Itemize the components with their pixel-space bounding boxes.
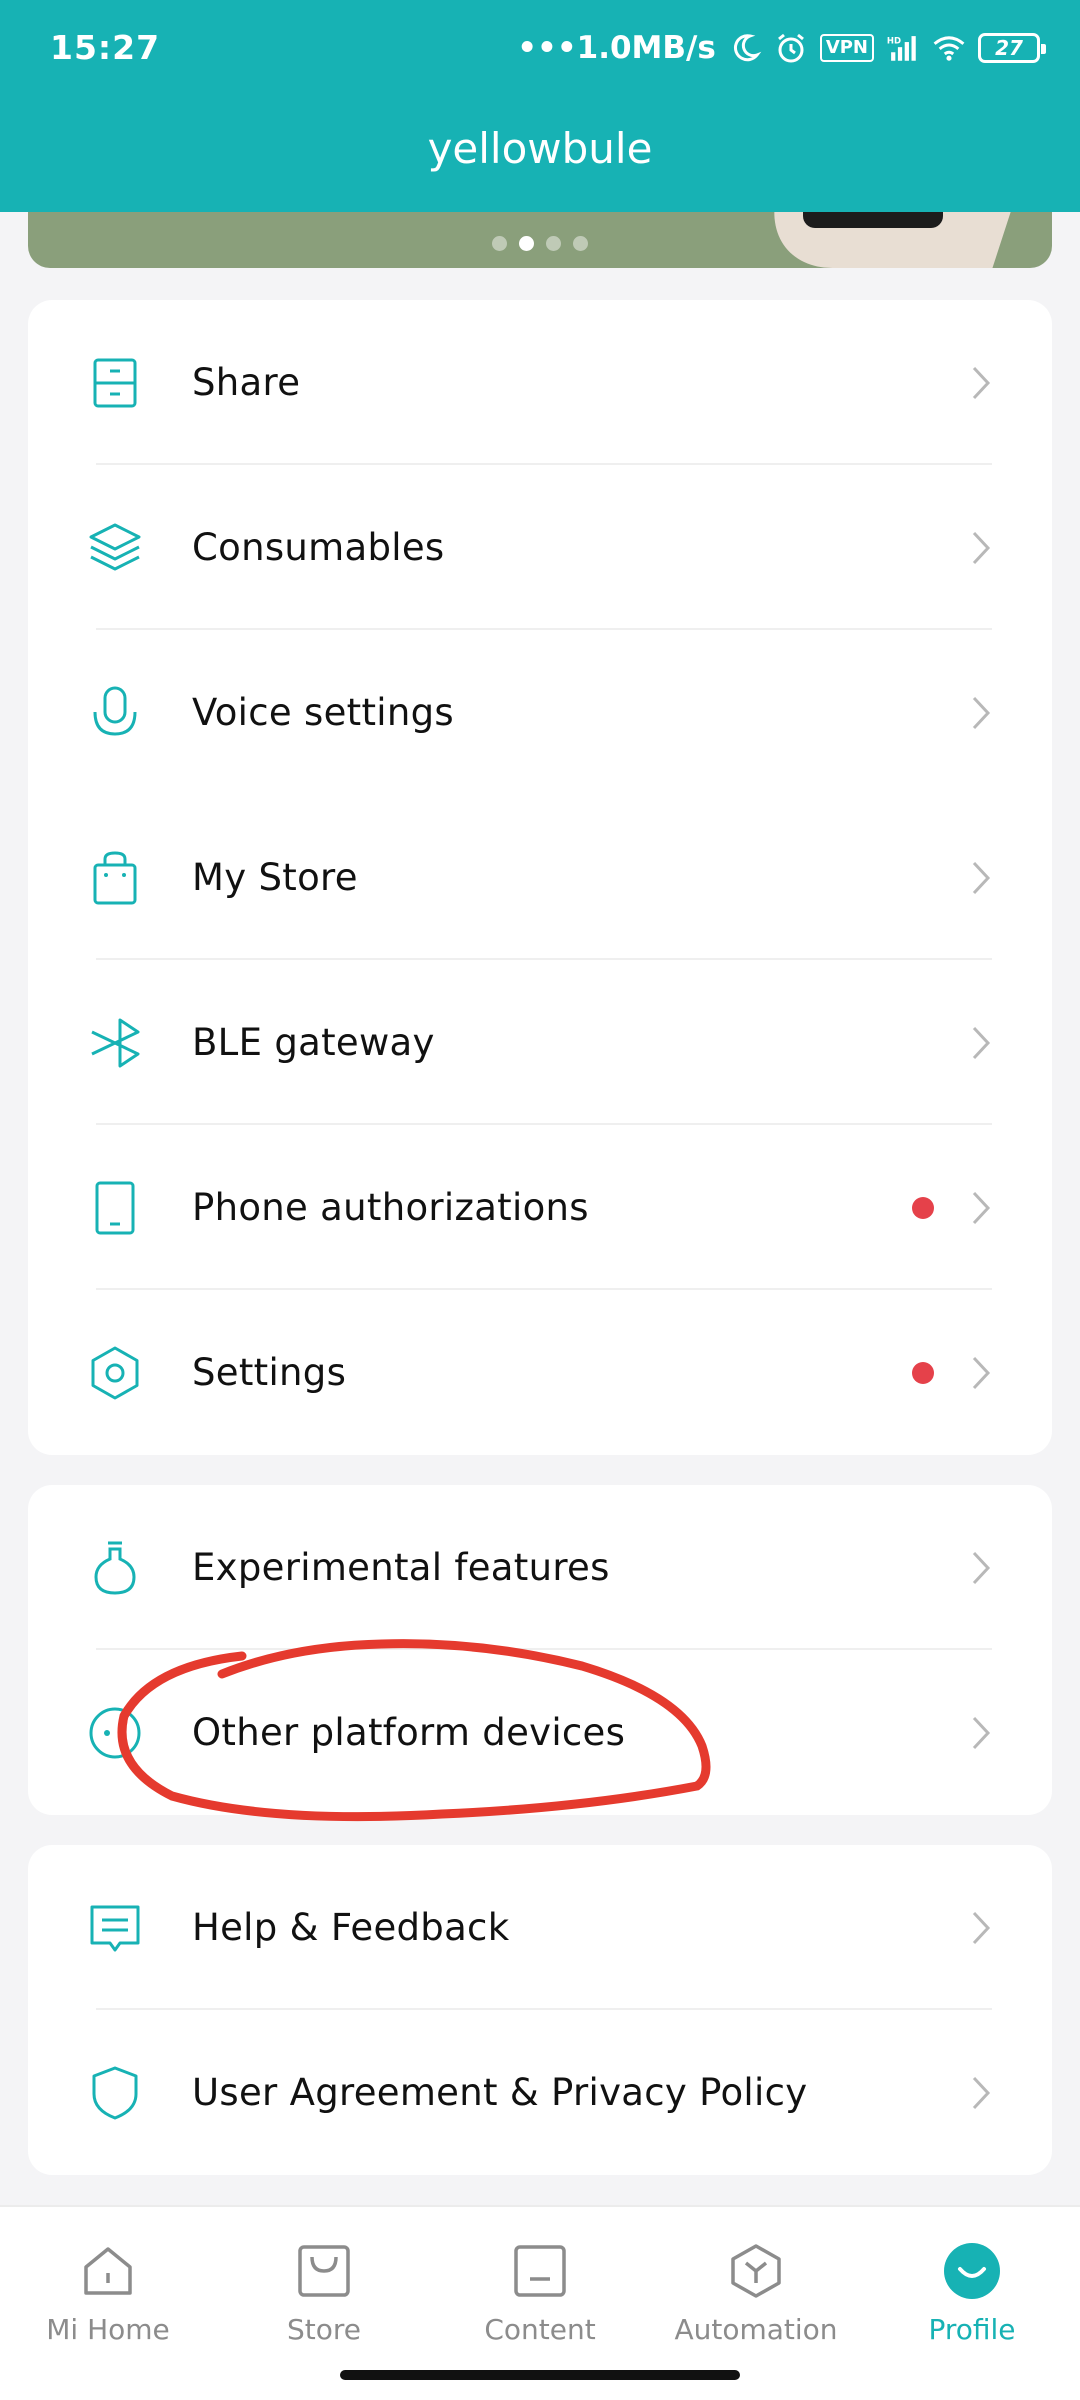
menu-item-experimental-features[interactable]: Experimental features bbox=[28, 1485, 1052, 1650]
chevron-right-icon bbox=[972, 861, 991, 894]
shopping-bag-icon bbox=[93, 850, 137, 904]
chevron-right-icon bbox=[972, 1356, 991, 1389]
menu-item-user-agreement[interactable]: User Agreement & Privacy Policy bbox=[28, 2010, 1052, 2175]
app-header: 15:27 •••1.0MB/s VPN HD 27 yellowbule bbox=[0, 0, 1080, 212]
menu-card-main: Share Consumables Voice settings My Stor… bbox=[28, 300, 1052, 1455]
menu-item-settings[interactable]: Settings bbox=[28, 1290, 1052, 1455]
nav-automation[interactable]: Automation bbox=[656, 2241, 856, 2346]
menu-item-label: Help & Feedback bbox=[192, 1906, 510, 1949]
nav-label: Content bbox=[484, 2313, 596, 2346]
nav-label: Mi Home bbox=[46, 2313, 170, 2346]
nav-content[interactable]: Content bbox=[440, 2241, 640, 2346]
menu-item-label: Share bbox=[192, 361, 301, 404]
shield-icon bbox=[92, 2066, 138, 2119]
status-time: 15:27 bbox=[50, 28, 161, 67]
menu-item-phone-authorizations[interactable]: Phone authorizations bbox=[28, 1125, 1052, 1290]
banner-dot[interactable] bbox=[573, 236, 588, 251]
network-speed: •••1.0MB/s bbox=[517, 30, 716, 66]
menu-item-label: Other platform devices bbox=[192, 1711, 626, 1754]
flask-icon bbox=[94, 1541, 136, 1595]
menu-item-my-store[interactable]: My Store bbox=[28, 795, 1052, 960]
moon-icon bbox=[733, 34, 762, 62]
layers-icon bbox=[89, 523, 141, 570]
menu-item-label: User Agreement & Privacy Policy bbox=[192, 2071, 808, 2114]
vpn-badge: VPN bbox=[819, 34, 874, 62]
menu-item-label: Settings bbox=[192, 1351, 347, 1394]
phone-icon bbox=[95, 1181, 135, 1234]
alarm-icon bbox=[777, 33, 804, 63]
menu-card-help: Help & Feedback User Agreement & Privacy… bbox=[28, 1845, 1052, 2175]
nav-label: Automation bbox=[674, 2313, 838, 2346]
menu-item-label: Experimental features bbox=[192, 1546, 610, 1589]
signal-icon: HD bbox=[887, 36, 916, 61]
microphone-icon bbox=[93, 686, 137, 736]
menu-item-label: My Store bbox=[192, 856, 358, 899]
bluetooth-icon bbox=[91, 1018, 140, 1067]
hexagon-gear-icon bbox=[91, 1346, 139, 1399]
chevron-right-icon bbox=[972, 2076, 991, 2109]
home-icon bbox=[84, 2247, 132, 2295]
status-bar: 15:27 •••1.0MB/s VPN HD 27 bbox=[0, 0, 1080, 100]
battery-indicator: 27 bbox=[978, 33, 1046, 63]
menu-item-label: BLE gateway bbox=[192, 1021, 435, 1064]
menu-item-other-platform-devices[interactable]: Other platform devices bbox=[28, 1650, 1052, 1815]
notification-dot bbox=[912, 1361, 934, 1384]
chevron-right-icon bbox=[972, 531, 991, 564]
chat-bubble-icon bbox=[90, 1905, 140, 1951]
notification-dot bbox=[912, 1196, 934, 1219]
nav-label: Store bbox=[286, 2313, 361, 2346]
nav-mi-home[interactable]: Mi Home bbox=[8, 2241, 208, 2346]
banner-pagination bbox=[28, 236, 1052, 251]
banner-dot[interactable] bbox=[492, 236, 507, 251]
menu-card-features: Experimental features Other platform dev… bbox=[28, 1485, 1052, 1815]
menu-item-consumables[interactable]: Consumables bbox=[28, 465, 1052, 630]
page-title: yellowbule bbox=[427, 124, 653, 173]
share-cabinet-icon bbox=[93, 358, 137, 407]
automation-icon bbox=[731, 2244, 781, 2298]
banner-dot-active[interactable] bbox=[519, 236, 534, 251]
store-bag-icon bbox=[298, 2245, 350, 2297]
nav-label: Profile bbox=[928, 2313, 1016, 2346]
chevron-right-icon bbox=[972, 1026, 991, 1059]
menu-item-label: Phone authorizations bbox=[192, 1186, 589, 1229]
chevron-right-icon bbox=[972, 1911, 991, 1944]
banner-dot[interactable] bbox=[546, 236, 561, 251]
menu-item-share[interactable]: Share bbox=[28, 300, 1052, 465]
chevron-right-icon bbox=[972, 1551, 991, 1584]
home-indicator[interactable] bbox=[340, 2370, 740, 2380]
menu-item-label: Voice settings bbox=[192, 691, 454, 734]
menu-item-voice-settings[interactable]: Voice settings bbox=[28, 630, 1052, 795]
profile-smile-icon bbox=[944, 2243, 1000, 2299]
nav-profile[interactable]: Profile bbox=[872, 2241, 1072, 2346]
svg-text:HD: HD bbox=[887, 37, 901, 47]
menu-item-label: Consumables bbox=[192, 526, 445, 569]
menu-item-help-feedback[interactable]: Help & Feedback bbox=[28, 1845, 1052, 2010]
chevron-right-icon bbox=[972, 1191, 991, 1224]
status-icons: •••1.0MB/s VPN HD 27 bbox=[517, 24, 1046, 72]
chevron-right-icon bbox=[972, 366, 991, 399]
menu-item-ble-gateway[interactable]: BLE gateway bbox=[28, 960, 1052, 1125]
chevron-right-icon bbox=[972, 696, 991, 729]
devices-face-icon bbox=[89, 1707, 141, 1758]
chevron-right-icon bbox=[972, 1716, 991, 1749]
wifi-icon bbox=[933, 36, 965, 61]
nav-store[interactable]: Store bbox=[224, 2241, 424, 2346]
content-icon bbox=[514, 2245, 566, 2297]
